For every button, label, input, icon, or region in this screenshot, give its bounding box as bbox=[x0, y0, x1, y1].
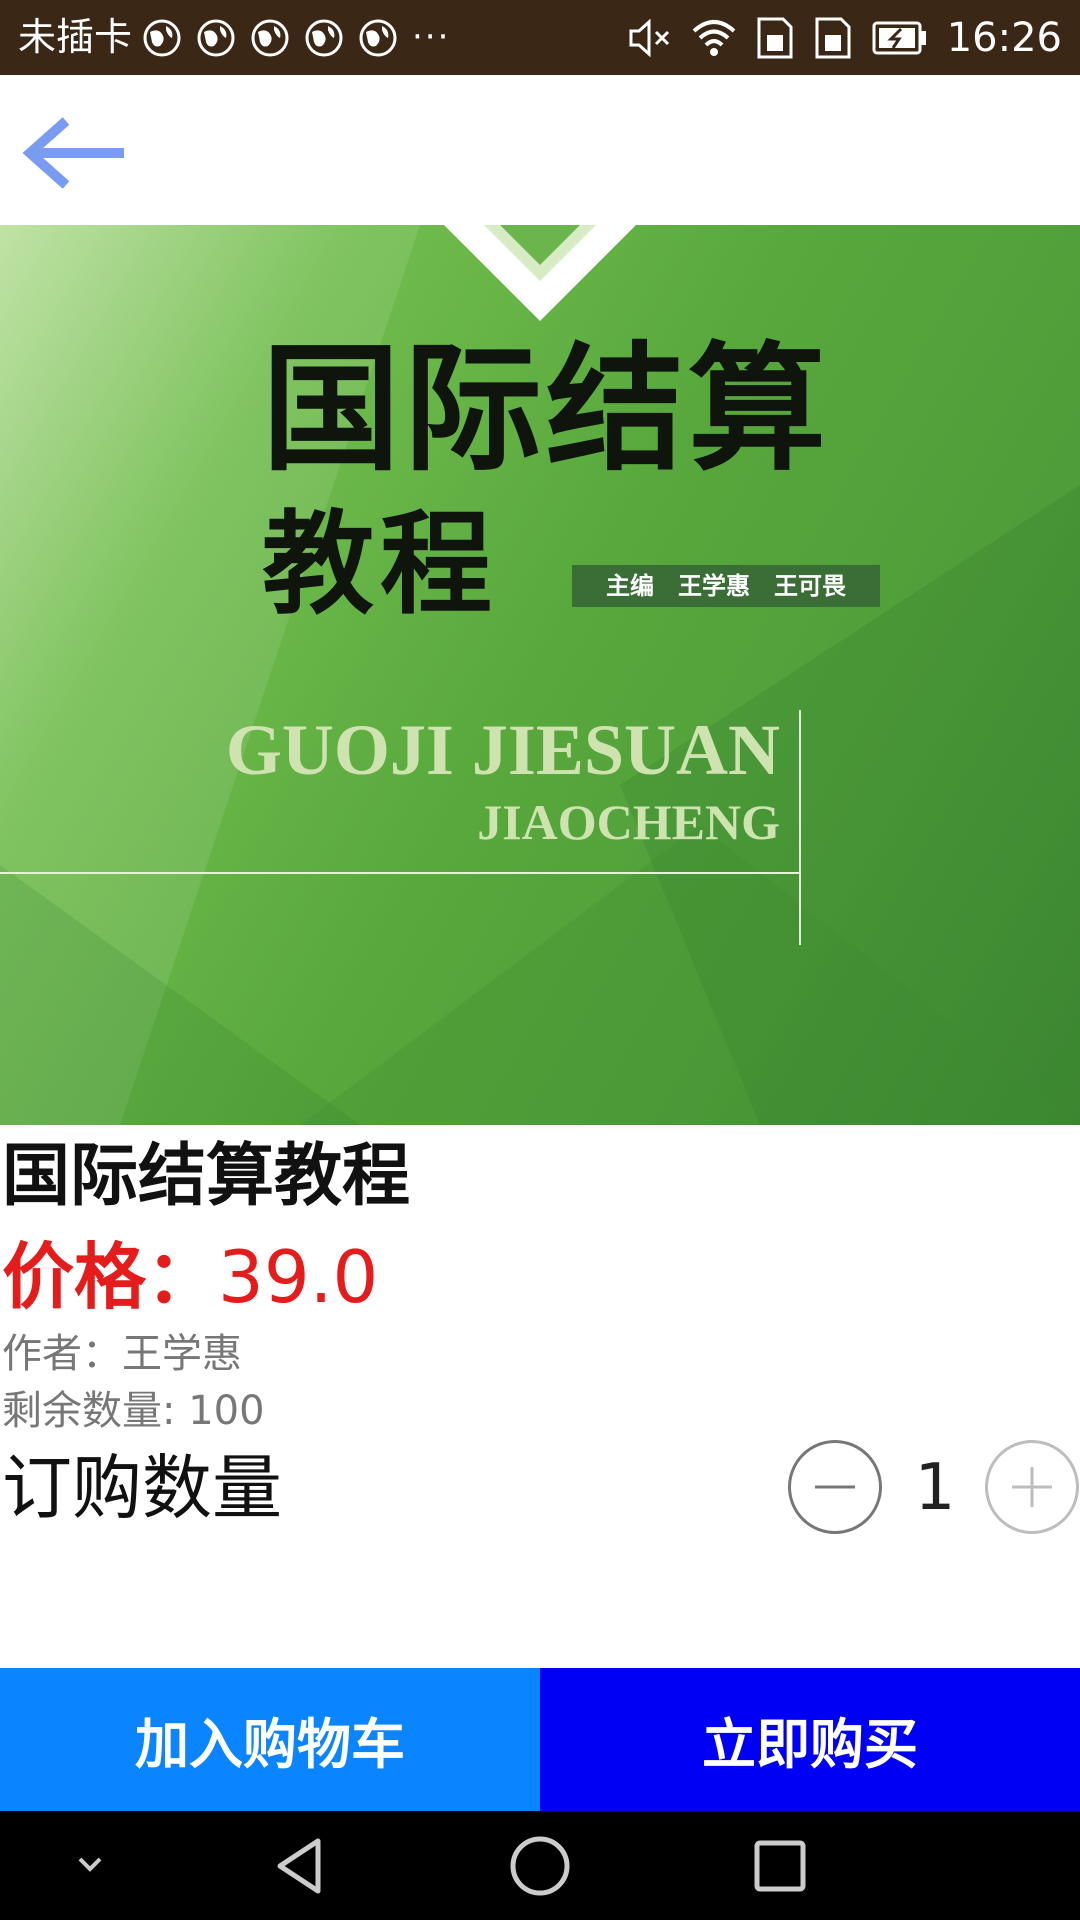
cover-subtitle: 教程 bbox=[262, 500, 498, 630]
app-bar bbox=[0, 75, 1080, 225]
cover-title: 国际结算 bbox=[262, 329, 831, 490]
recents-square-icon[interactable] bbox=[740, 1811, 820, 1920]
minus-circle-icon bbox=[815, 1485, 855, 1489]
price-label: 价格： bbox=[2, 1235, 219, 1319]
status-bar: 未插卡 ··· 16:26 bbox=[0, 0, 1080, 75]
add-to-cart-button[interactable]: 加入购物车 bbox=[0, 1668, 540, 1811]
overflow-indicator: ··· bbox=[412, 17, 451, 57]
chevron-down-icon[interactable] bbox=[60, 1811, 120, 1920]
battery-icon bbox=[872, 21, 926, 55]
back-button[interactable] bbox=[18, 97, 128, 207]
arrow-left-icon bbox=[22, 117, 124, 189]
wifi-icon bbox=[692, 20, 736, 56]
globe-icon bbox=[143, 19, 181, 57]
plus-circle-icon bbox=[1012, 1467, 1052, 1507]
stock-info: 剩余数量: 100 bbox=[2, 1388, 265, 1434]
globe-icon bbox=[359, 19, 397, 57]
notification-icons bbox=[140, 16, 400, 60]
sim-icon bbox=[815, 17, 851, 59]
carrier-label: 未插卡 bbox=[18, 15, 133, 59]
sim-icon bbox=[757, 17, 793, 59]
book-cover-image: 国际结算 教程 主编 王学惠 王可畏 GUOJI JIESUAN JIAOCHE… bbox=[0, 225, 1080, 1125]
back-triangle-icon[interactable] bbox=[260, 1811, 340, 1920]
decrease-quantity-button[interactable] bbox=[788, 1440, 882, 1534]
system-status-icons: 16:26 bbox=[627, 10, 1062, 66]
quantity-value: 1 bbox=[914, 1451, 956, 1525]
buy-now-button[interactable]: 立即购买 bbox=[540, 1668, 1080, 1811]
globe-icon bbox=[251, 19, 289, 57]
globe-icon bbox=[305, 19, 343, 57]
home-circle-icon[interactable] bbox=[500, 1811, 580, 1920]
globe-icon bbox=[197, 19, 235, 57]
product-title: 国际结算教程 bbox=[2, 1137, 411, 1216]
cover-editors: 主编 王学惠 王可畏 bbox=[572, 565, 880, 607]
system-nav-bar bbox=[0, 1811, 1080, 1920]
author-info: 作者：王学惠 bbox=[2, 1331, 242, 1377]
cover-pinyin-subtitle: JIAOCHENG bbox=[477, 794, 780, 850]
clock: 16:26 bbox=[946, 15, 1062, 61]
price-value: 39.0 bbox=[218, 1235, 379, 1319]
quantity-label: 订购数量 bbox=[2, 1447, 282, 1529]
mute-icon bbox=[629, 18, 669, 58]
increase-quantity-button[interactable] bbox=[985, 1440, 1079, 1534]
price: 价格：39.0 bbox=[2, 1232, 378, 1322]
cover-pinyin-title: GUOJI JIESUAN bbox=[225, 710, 780, 790]
